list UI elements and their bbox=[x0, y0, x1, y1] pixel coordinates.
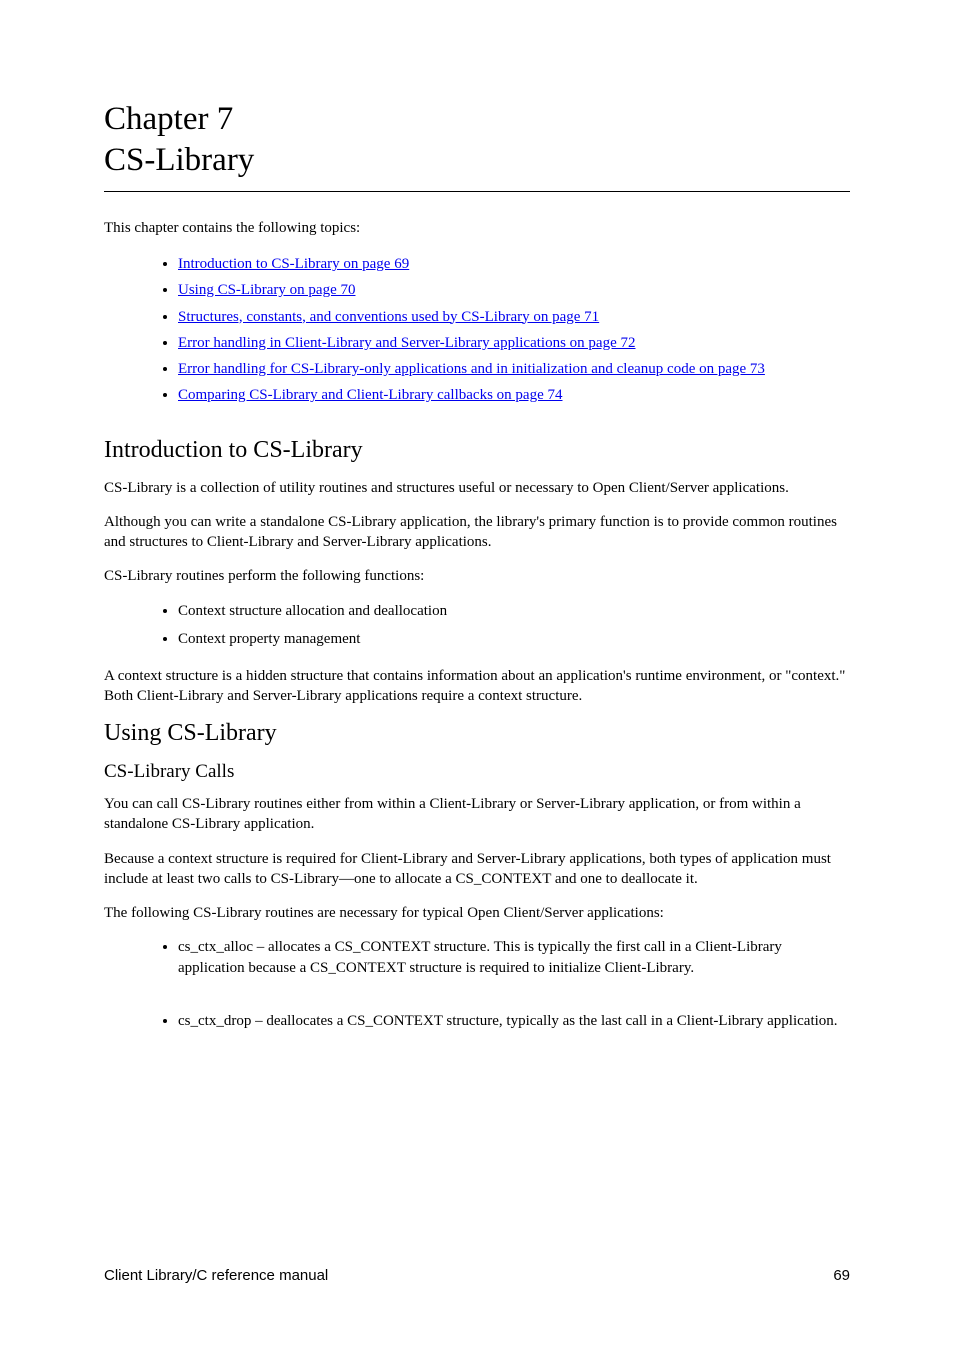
toc-link-error-handling-client-server[interactable]: Error handling in Client-Library and Ser… bbox=[178, 335, 635, 351]
footer-doc-title: Client Library/C reference manual bbox=[104, 1267, 328, 1284]
section-heading-intro: Introduction to CS-Library bbox=[104, 437, 850, 464]
list-item: cs_ctx_alloc – allocates a CS_CONTEXT st… bbox=[178, 937, 850, 979]
toc-item: Using CS-Library on page 70 bbox=[178, 277, 850, 303]
intro-lead: This chapter contains the following topi… bbox=[104, 220, 850, 237]
paragraph: Although you can write a standalone CS-L… bbox=[104, 512, 850, 553]
paragraph: CS-Library is a collection of utility ro… bbox=[104, 478, 850, 498]
toc-item: Error handling for CS-Library-only appli… bbox=[178, 356, 850, 382]
footer-page-number: 69 bbox=[833, 1267, 850, 1284]
toc-link-error-handling-cs-only[interactable]: Error handling for CS-Library-only appli… bbox=[178, 361, 765, 377]
subsection-heading-calls: CS-Library Calls bbox=[104, 761, 850, 783]
list-item: Context property management bbox=[178, 629, 850, 650]
toc-link-using-cs-library[interactable]: Using CS-Library on page 70 bbox=[178, 282, 355, 298]
section-heading-using: Using CS-Library bbox=[104, 720, 850, 747]
toc-item: Structures, constants, and conventions u… bbox=[178, 304, 850, 330]
chapter-title: CS-Library bbox=[104, 142, 850, 179]
paragraph: CS-Library routines perform the followin… bbox=[104, 566, 850, 586]
paragraph: You can call CS-Library routines either … bbox=[104, 794, 850, 835]
toc-link-comparing-callbacks[interactable]: Comparing CS-Library and Client-Library … bbox=[178, 387, 562, 403]
paragraph: Because a context structure is required … bbox=[104, 849, 850, 890]
bullet-list: Context structure allocation and dealloc… bbox=[104, 601, 850, 650]
chapter-label: Chapter 7 bbox=[104, 101, 850, 138]
toc-link-structures-constants[interactable]: Structures, constants, and conventions u… bbox=[178, 309, 599, 325]
toc-item: Error handling in Client-Library and Ser… bbox=[178, 330, 850, 356]
list-item: Context structure allocation and dealloc… bbox=[178, 601, 850, 622]
toc-link-intro-cs-library[interactable]: Introduction to CS-Library on page 69 bbox=[178, 256, 409, 272]
toc-list: Introduction to CS-Library on page 69 Us… bbox=[104, 251, 850, 409]
bullet-list: cs_ctx_alloc – allocates a CS_CONTEXT st… bbox=[104, 937, 850, 1032]
list-item: cs_ctx_drop – deallocates a CS_CONTEXT s… bbox=[178, 1011, 850, 1032]
page-footer: Client Library/C reference manual 69 bbox=[104, 1267, 850, 1284]
toc-item: Comparing CS-Library and Client-Library … bbox=[178, 382, 850, 408]
paragraph: The following CS-Library routines are ne… bbox=[104, 903, 850, 923]
toc-item: Introduction to CS-Library on page 69 bbox=[178, 251, 850, 277]
horizontal-rule bbox=[104, 191, 850, 192]
paragraph: A context structure is a hidden structur… bbox=[104, 666, 850, 707]
